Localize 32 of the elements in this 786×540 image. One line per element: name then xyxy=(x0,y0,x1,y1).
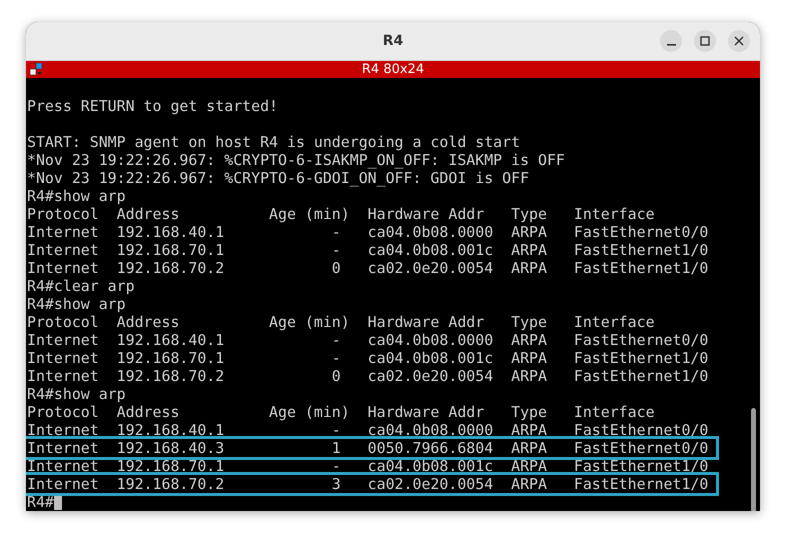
terminal-line: Internet 192.168.70.1 - ca04.0b08.001c ARPA FastEthernet1/0 xyxy=(27,241,708,259)
highlighted-line: Internet 192.168.70.2 3 ca02.0e20.0054 ARPA FastEthernet1/0 xyxy=(26,475,716,493)
scrollbar-thumb[interactable] xyxy=(751,408,756,511)
terminal-line: Internet 192.168.40.1 - ca04.0b08.0000 ARPA FastEthernet0/0 xyxy=(27,331,708,349)
terminal-prompt: R4# xyxy=(27,493,54,511)
highlighted-line: Internet 192.168.40.3 1 0050.7966.6804 ARPA FastEthernet0/0 xyxy=(26,439,716,457)
terminal-line: Protocol Address Age (min) Hardware Addr Type Interface xyxy=(27,205,655,223)
terminal-line: START: SNMP agent on host R4 is undergoing a cold start xyxy=(27,133,520,151)
terminal-line: Internet 192.168.40.1 - ca04.0b08.0000 ARPA FastEthernet0/0 xyxy=(27,223,708,241)
terminal-line: Internet 192.168.70.1 - ca04.0b08.001c ARPA FastEthernet1/0 xyxy=(27,457,708,475)
minimize-icon xyxy=(666,44,676,46)
terminal-line: Internet 192.168.70.1 - ca04.0b08.001c ARPA FastEthernet1/0 xyxy=(27,349,708,367)
terminal-line: Internet 192.168.70.2 0 ca02.0e20.0054 ARPA FastEthernet1/0 xyxy=(27,367,708,385)
terminal-line: R4#show arp xyxy=(27,187,126,205)
terminal-line: Protocol Address Age (min) Hardware Addr Type Interface xyxy=(27,403,655,421)
close-button[interactable] xyxy=(728,30,750,52)
close-icon xyxy=(734,36,744,46)
terminal-line: Internet 192.168.70.2 0 ca02.0e20.0054 ARPA FastEthernet1/0 xyxy=(27,259,708,277)
maximize-icon xyxy=(700,36,710,46)
terminal-title: R4 80x24 xyxy=(362,62,424,77)
terminal-line: *Nov 23 19:22:26.967: %CRYPTO-6-ISAKMP_ON_OFF: ISAKMP is OFF xyxy=(27,151,565,169)
window-title: R4 xyxy=(382,33,404,49)
terminal-line: R4#show arp xyxy=(27,385,126,403)
terminal-line: *Nov 23 19:22:26.967: %CRYPTO-6-GDOI_ON_OFF: GDOI is OFF xyxy=(27,169,530,187)
terminal-line: Press RETURN to get started! xyxy=(27,97,278,115)
terminal-line: Internet 192.168.40.1 - ca04.0b08.0000 ARPA FastEthernet0/0 xyxy=(27,421,708,439)
terminal-line: R4#show arp xyxy=(27,295,126,313)
terminal-line: Protocol Address Age (min) Hardware Addr Type Interface xyxy=(27,313,655,331)
terminal-line: R4#clear arp xyxy=(27,277,135,295)
minimize-button[interactable] xyxy=(660,30,682,52)
app-menu-icon[interactable] xyxy=(30,63,43,76)
maximize-button[interactable] xyxy=(694,30,716,52)
